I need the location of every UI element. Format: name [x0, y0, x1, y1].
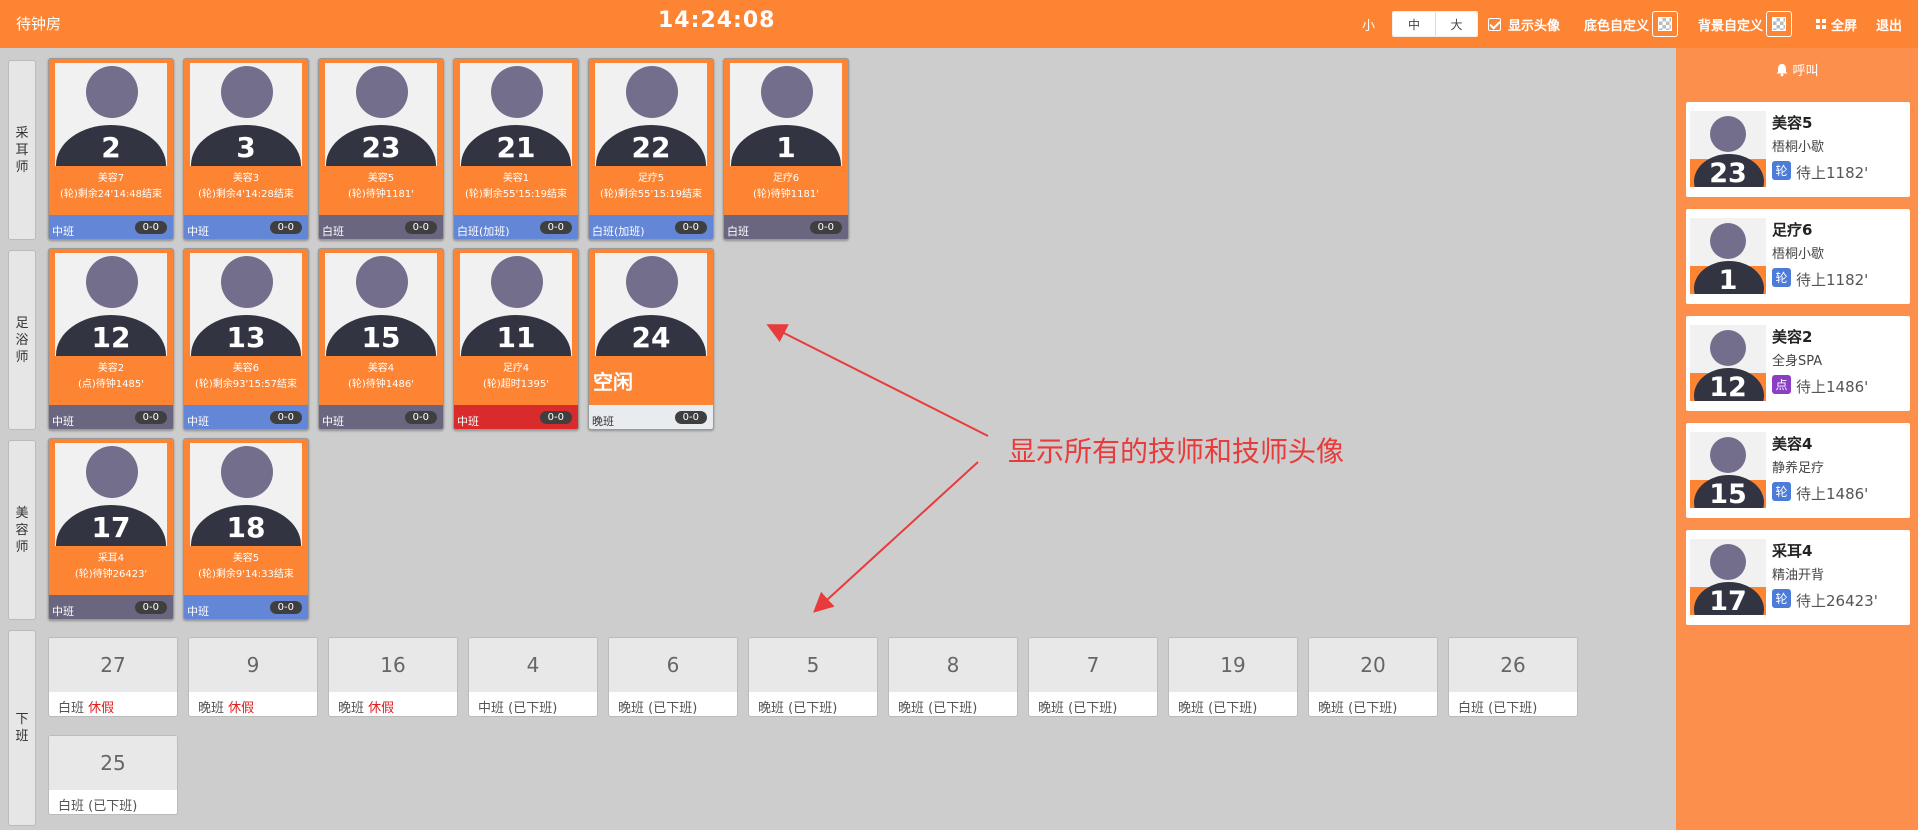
rotation-tag: 轮: [1772, 482, 1791, 501]
waiting-card[interactable]: 1 足疗6 梧桐小歇 轮 待上1182': [1686, 209, 1910, 304]
waiting-project: 采耳4: [1772, 542, 1813, 560]
bell-icon: [1776, 63, 1788, 76]
call-label: 呼叫: [1792, 64, 1819, 79]
waiting-project: 美容2: [1772, 328, 1813, 346]
avatar: 23: [1690, 111, 1766, 187]
waiting-status: 待上26423': [1796, 592, 1878, 610]
avatar: 17: [1690, 539, 1766, 615]
annotation-text: 显示所有的技师和技师头像: [1008, 435, 1345, 468]
waiting-number: 15: [1709, 479, 1747, 508]
waiting-number: 23: [1709, 158, 1747, 187]
avatar: 12: [1690, 325, 1766, 401]
waiting-project: 美容5: [1772, 114, 1813, 132]
arrow-down: [813, 461, 979, 613]
waiting-card[interactable]: 17 采耳4 精油开背 轮 待上26423': [1686, 530, 1910, 625]
waiting-status: 待上1486': [1796, 485, 1869, 503]
rotation-tag: 轮: [1772, 589, 1791, 608]
waiting-project: 美容4: [1772, 435, 1813, 453]
waiting-status: 待上1182': [1796, 164, 1869, 182]
avatar: 15: [1690, 432, 1766, 508]
waiting-card[interactable]: 15 美容4 静养足疗 轮 待上1486': [1686, 423, 1910, 518]
waiting-status: 待上1182': [1796, 271, 1869, 289]
rotation-tag: 轮: [1772, 161, 1791, 180]
waiting-card[interactable]: 12 美容2 全身SPA 点 待上1486': [1686, 316, 1910, 411]
waiting-service: 静养足疗: [1772, 461, 1825, 476]
avatar: 1: [1690, 218, 1766, 294]
waiting-card[interactable]: 23 美容5 梧桐小歇 轮 待上1182': [1686, 102, 1910, 197]
waiting-project: 足疗6: [1772, 221, 1813, 239]
waiting-number: 17: [1709, 586, 1747, 615]
waiting-service: 精油开背: [1772, 568, 1825, 583]
waiting-service: 梧桐小歇: [1772, 140, 1825, 155]
rotation-tag: 轮: [1772, 268, 1791, 287]
waiting-panel: 呼叫 23 美容5 梧桐小歇 轮 待上1182' 1 足疗6 梧桐小歇 轮 待上…: [1676, 48, 1918, 830]
waiting-number: 1: [1718, 265, 1738, 294]
waiting-service: 全身SPA: [1772, 354, 1823, 369]
call-button[interactable]: 呼叫: [1676, 60, 1918, 79]
annotation-arrows: [766, 324, 989, 613]
appointment-tag: 点: [1772, 375, 1791, 394]
waiting-status: 待上1486': [1796, 378, 1869, 396]
waiting-number: 12: [1709, 372, 1747, 401]
waiting-service: 梧桐小歇: [1772, 247, 1825, 262]
arrow-up: [766, 324, 989, 437]
